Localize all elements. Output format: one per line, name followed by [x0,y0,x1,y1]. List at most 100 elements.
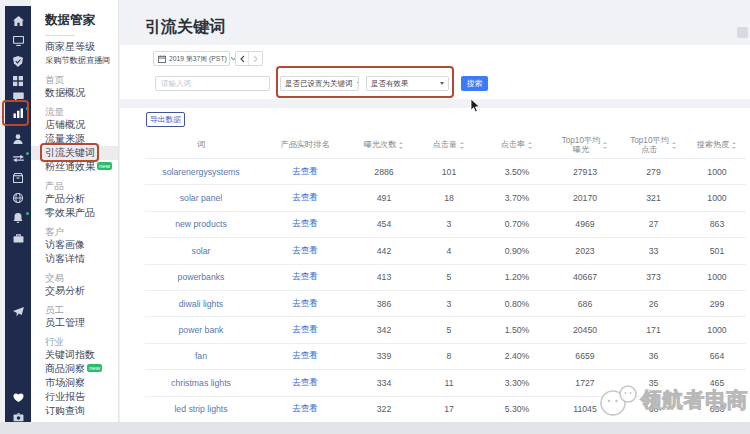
sidebar-item-粉丝通效果[interactable]: 粉丝通效果new [31,160,118,174]
view-ranking-link[interactable]: 去查看 [292,245,318,255]
cell-search_heat: 1000 [688,272,746,282]
column-header-3[interactable]: 点击量 [415,140,483,150]
cell-ctr: 3.30% [483,378,551,388]
cell-word: diwali lights [145,299,257,309]
cell-top10_exposure: 2023 [551,246,619,256]
export-data-button[interactable]: 导出数据 [146,112,185,127]
column-header-6[interactable]: Top10平均点击 [619,136,688,155]
sidebar-item-label: 粉丝通效果 [45,161,95,172]
sidebar-item-商家星等级[interactable]: 商家星等级 [31,40,118,54]
table-row: diwali lights去查看38630.80%68626299 [145,290,746,316]
monitor-icon[interactable] [5,31,31,51]
view-ranking-link[interactable]: 去查看 [292,324,318,334]
sort-icon[interactable] [399,142,404,149]
sidebar-group-label: 交易 [31,270,118,284]
cell-link: 去查看 [257,245,353,257]
column-header-label: 词 [197,140,205,150]
cell-clicks: 8 [415,351,483,361]
cell-word: christmas lights [145,378,257,388]
sidebar-group-label: 流量 [31,104,118,118]
column-header-7[interactable]: 搜索热度 [688,140,746,150]
cell-word: fan [145,351,257,361]
sidebar-item-市场洞察[interactable]: 市场洞察 [31,376,118,390]
sidebar-group-label: 行业 [31,334,118,348]
sidebar-item-label: 关键词指数 [45,349,95,360]
cell-ctr: 1.50% [483,325,551,335]
sort-icon[interactable] [732,142,737,149]
sidebar-item-访客画像[interactable]: 访客画像 [31,238,118,252]
chevron-left-icon [240,55,245,63]
sort-icon[interactable] [528,142,533,149]
sidebar-item-店铺概况[interactable]: 店铺概况 [31,118,118,132]
table-row: solar去查看44240.90%202333501 [145,237,746,263]
globe-icon[interactable] [5,188,31,208]
cell-link: 去查看 [257,192,353,204]
sidebar-item-label: 店铺概况 [45,119,85,130]
sort-icon[interactable] [460,142,465,149]
column-header-4[interactable]: 点击率 [483,140,551,150]
cell-top10_exposure: 20450 [551,325,619,335]
sidebar-item-访客详情[interactable]: 访客详情 [31,252,118,266]
sidebar-item-交易分析[interactable]: 交易分析 [31,284,118,298]
view-ranking-link[interactable]: 去查看 [292,271,318,281]
view-ranking-link[interactable]: 去查看 [292,298,318,308]
sidebar-item-label: 产品分析 [45,193,85,204]
user-icon[interactable] [5,129,31,149]
sidebar-item-订购查询[interactable]: 订购查询 [31,404,118,418]
sidebar-item-label: 访客画像 [45,239,85,250]
sidebar-item-员工管理[interactable]: 员工管理 [31,316,118,330]
cell-ctr: 3.50% [483,167,551,177]
shield-icon[interactable] [5,51,31,71]
sort-icon[interactable] [603,142,608,149]
sidebar-item-label: 零效果产品 [45,207,95,218]
cell-word: power bank [145,325,257,335]
view-ranking-link[interactable]: 去查看 [292,218,318,228]
watermark-text: 领航者电商 [641,386,749,414]
next-week-button[interactable] [249,52,262,65]
transfer-icon[interactable] [5,148,31,168]
sidebar-item-label: 员工管理 [45,317,85,328]
cell-search_heat: 1000 [688,193,746,203]
annotation-box-dropdowns [276,66,454,98]
sidebar-item-数据概况[interactable]: 数据概况 [31,86,118,100]
view-ranking-link[interactable]: 去查看 [292,166,318,176]
box-icon[interactable] [5,168,31,188]
week-selector[interactable]: 2019 第37周 (PST) [153,51,230,66]
view-ranking-link[interactable]: 去查看 [292,350,318,360]
column-header-label: 曝光次数 [364,140,397,150]
column-header-2[interactable]: 曝光次数 [353,140,415,150]
sidebar-item-行业报告[interactable]: 行业报告 [31,390,118,404]
send-icon[interactable] [5,302,31,322]
sidebar-item-零效果产品[interactable]: 零效果产品 [31,206,118,220]
cell-exposures: 386 [353,299,415,309]
main-content: 引流关键词 2019 第37周 (PST) 是否已设置为关键词 [120,0,750,422]
view-ranking-link[interactable]: 去查看 [292,192,318,202]
sidebar-item-采购节数据直播间[interactable]: 采购节数据直播间 [31,54,118,68]
sidebar-group-label: 产品 [31,178,118,192]
view-ranking-link[interactable]: 去查看 [292,377,318,387]
heart-icon[interactable] [5,387,31,407]
sidebar-item-关键词指数[interactable]: 关键词指数 [31,348,118,362]
column-header-5[interactable]: Top10平均曝光 [551,136,619,155]
sidebar-item-产品分析[interactable]: 产品分析 [31,192,118,206]
week-pager [235,51,263,66]
cell-search_heat: 299 [688,299,746,309]
sidebar-group-label: 客户 [31,224,118,238]
home-icon[interactable] [5,11,31,31]
annotation-box-rail-icon [2,100,29,126]
sidebar-item-商品洞察[interactable]: 商品洞察new [31,362,118,376]
cell-word: solar panel [145,193,257,203]
column-header-label: Top10平均点击 [630,136,669,155]
keyword-search-input[interactable] [155,76,270,91]
briefcase-icon[interactable] [5,228,31,248]
cell-clicks: 101 [415,167,483,177]
search-button[interactable]: 搜索 [461,76,488,91]
side-widget[interactable] [737,27,748,38]
bell-icon[interactable] [5,208,31,228]
cell-clicks: 5 [415,272,483,282]
cell-top10_clicks: 36 [619,351,688,361]
view-ranking-link[interactable]: 去查看 [292,403,318,413]
prev-week-button[interactable] [236,52,249,65]
cell-ctr: 0.90% [483,246,551,256]
sort-icon[interactable] [672,142,677,149]
